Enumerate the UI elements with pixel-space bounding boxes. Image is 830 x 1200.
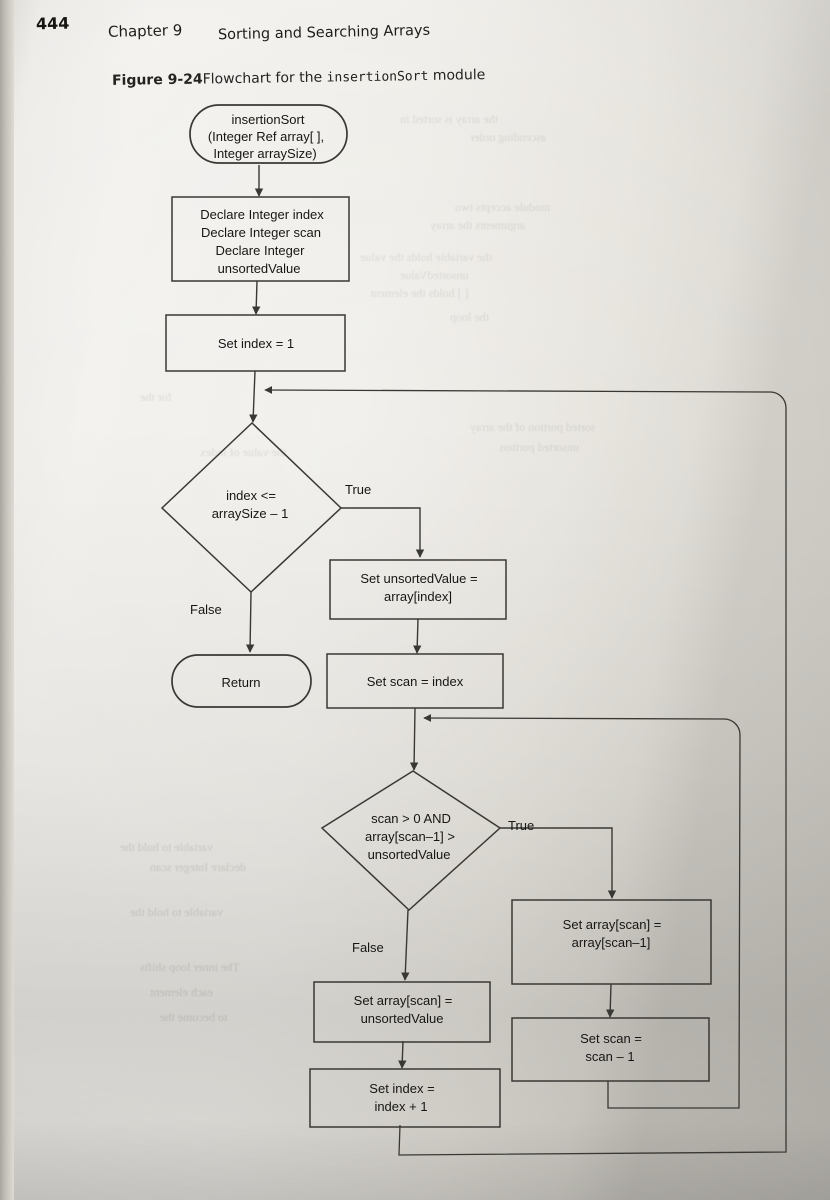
index-inc-line1: Set index = <box>369 1081 434 1096</box>
outer-decision-line2: arraySize – 1 <box>212 506 289 521</box>
book-page-photo: the array is sorted in ascending order mod… <box>0 0 830 1200</box>
inner-decision-line3: unsortedValue <box>368 847 451 862</box>
connector-outer-false-to-return <box>245 591 255 653</box>
declare-line4: unsortedValue <box>218 261 301 276</box>
label-outer-false: False <box>190 602 222 617</box>
node-inner-loop-decision[interactable]: scan > 0 AND array[scan–1] > unsortedVal… <box>320 770 502 912</box>
set-index-1-line1: Set index = 1 <box>218 336 294 351</box>
connector-outer-loop-back <box>264 386 787 1156</box>
connector-setindex-to-outer-decision <box>249 370 258 423</box>
connector-inner-true-to-arrayshift <box>500 827 617 899</box>
connector-arrayshift-to-scandec <box>606 983 615 1018</box>
connector-declare-to-setindex <box>252 280 261 315</box>
label-outer-true: True <box>345 482 371 497</box>
flowchart-diagram: insertionSort (Integer Ref array[ ], Int… <box>160 104 787 1156</box>
connector-inner-loop-back <box>423 714 741 1109</box>
array-shift-line1: Set array[scan] = <box>563 917 662 932</box>
array-unsorted-line1: Set array[scan] = <box>354 993 453 1008</box>
inner-decision-line2: array[scan–1] > <box>365 829 455 844</box>
node-return[interactable]: Return <box>171 654 312 708</box>
index-inc-line2: index + 1 <box>374 1099 427 1114</box>
connector-group <box>245 165 787 1156</box>
declare-line3: Declare Integer <box>216 243 306 258</box>
node-terminal-start[interactable]: insertionSort (Integer Ref array[ ], Int… <box>189 104 348 164</box>
connector-inner-false-to-arrayunsorted <box>401 909 410 981</box>
connector-outer-true-to-setunsorted <box>341 507 425 558</box>
outer-decision-line1: index <= <box>226 488 276 503</box>
label-inner-true: True <box>508 818 534 833</box>
declare-line2: Declare Integer scan <box>201 225 321 240</box>
terminal-start-line2: (Integer Ref array[ ], <box>208 129 324 144</box>
array-shift-line2: array[scan–1] <box>572 935 651 950</box>
terminal-start-line3: Integer arraySize) <box>213 146 316 161</box>
node-set-scan-index[interactable]: Set scan = index <box>326 653 504 709</box>
node-set-array-unsorted[interactable]: Set array[scan] = unsortedValue <box>313 981 491 1043</box>
connector-setscan-to-inner-decision <box>409 707 419 771</box>
node-set-scan-decrement[interactable]: Set scan = scan – 1 <box>511 1017 710 1082</box>
connector-arrayunsorted-to-indexinc <box>398 1040 407 1069</box>
label-inner-false: False <box>352 940 384 955</box>
terminal-start-line1: insertionSort <box>232 112 305 127</box>
set-scan-index-line1: Set scan = index <box>367 674 464 689</box>
set-unsorted-line1: Set unsortedValue = <box>360 571 477 586</box>
scan-dec-line2: scan – 1 <box>585 1049 634 1064</box>
node-set-unsorted-value[interactable]: Set unsortedValue = array[index] <box>329 559 507 620</box>
node-declare-variables[interactable]: Declare Integer index Declare Integer sc… <box>171 196 350 282</box>
inner-decision-line1: scan > 0 AND <box>371 811 451 826</box>
declare-line1: Declare Integer index <box>200 207 324 222</box>
return-line1: Return <box>221 675 260 690</box>
node-set-index-1[interactable]: Set index = 1 <box>165 314 346 372</box>
array-unsorted-line2: unsortedValue <box>361 1011 444 1026</box>
connector-setunsorted-to-setscan <box>413 618 422 654</box>
node-outer-loop-decision[interactable]: index <= arraySize – 1 <box>160 421 343 594</box>
set-unsorted-line2: array[index] <box>384 589 452 604</box>
node-set-index-increment[interactable]: Set index = index + 1 <box>309 1068 501 1128</box>
node-set-array-shift[interactable]: Set array[scan] = array[scan–1] <box>511 899 712 985</box>
scan-dec-line1: Set scan = <box>580 1031 642 1046</box>
